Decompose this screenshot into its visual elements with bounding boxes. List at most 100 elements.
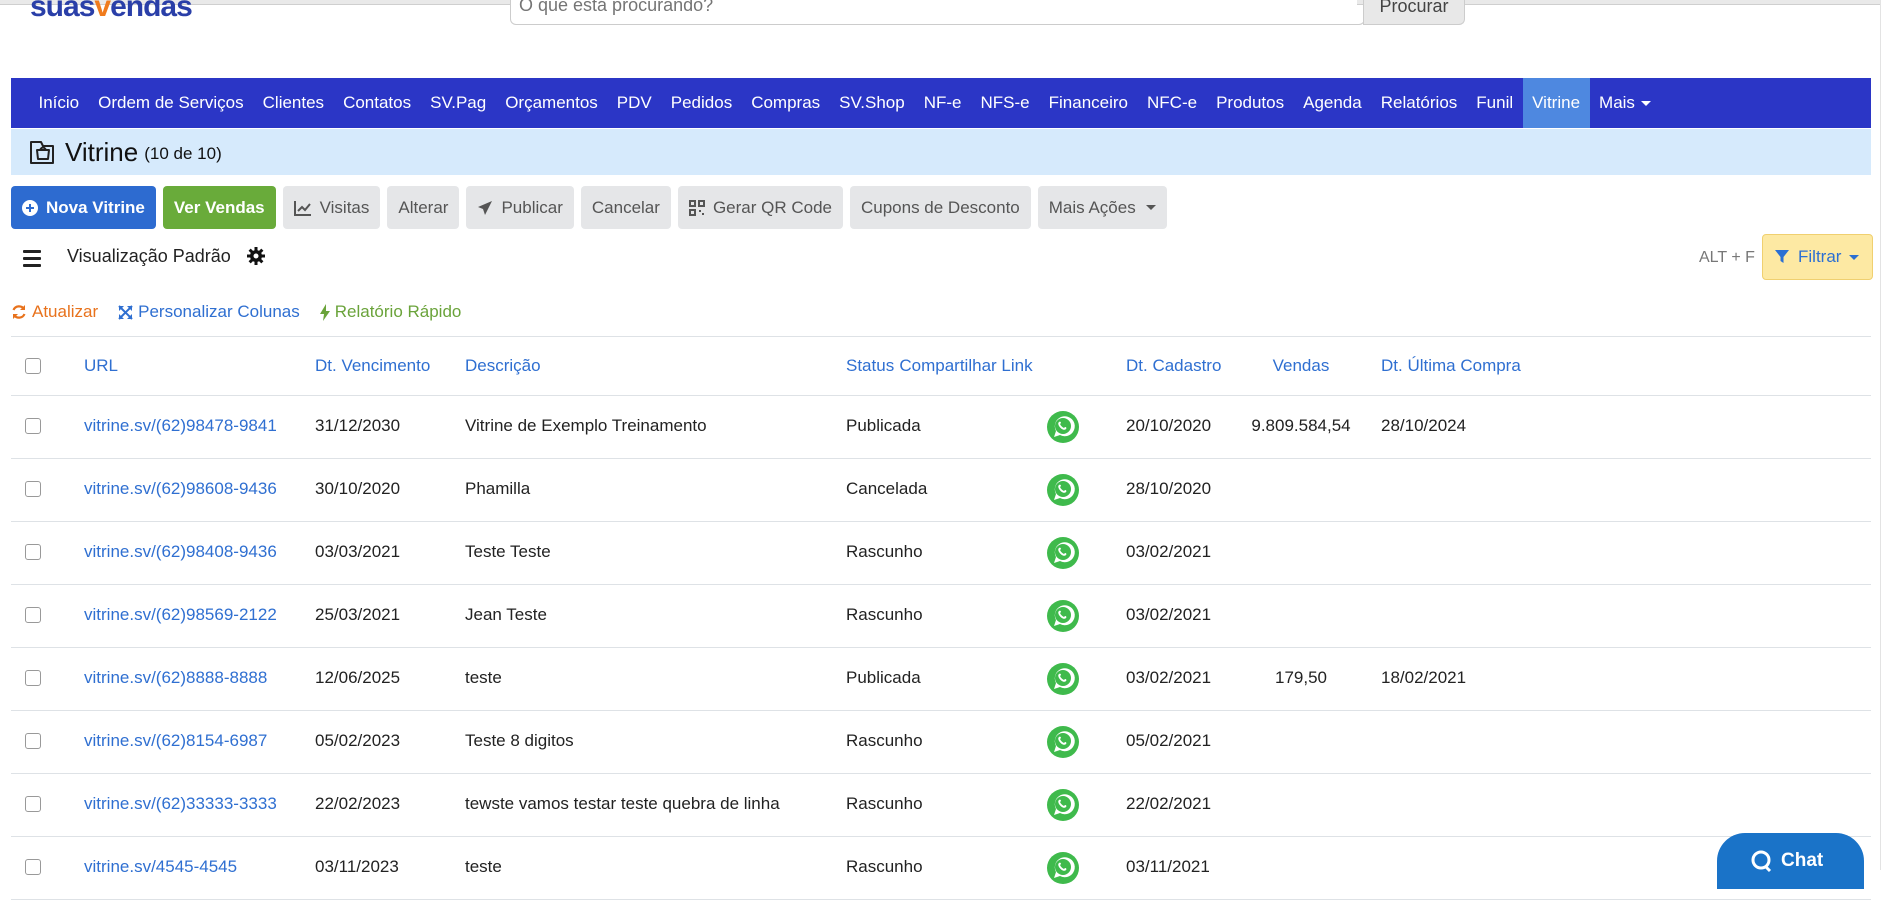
qr-code-button[interactable]: Gerar QR Code bbox=[677, 186, 843, 229]
nav-item-vitrine[interactable]: Vitrine bbox=[1522, 78, 1590, 128]
nav-item-nf-e[interactable]: NF-e bbox=[914, 78, 971, 128]
whatsapp-icon[interactable] bbox=[1046, 473, 1080, 507]
more-actions-button[interactable]: Mais Ações bbox=[1037, 186, 1167, 229]
column-header-sales[interactable]: Vendas bbox=[1241, 356, 1361, 376]
cell-last: 28/10/2024 bbox=[1381, 416, 1467, 435]
nav-item-pdv[interactable]: PDV bbox=[607, 78, 661, 128]
nav-item-sv-pag[interactable]: SV.Pag bbox=[421, 78, 496, 128]
nav-item-pedidos[interactable]: Pedidos bbox=[661, 78, 741, 128]
refresh-link[interactable]: Atualizar bbox=[11, 302, 98, 322]
customize-columns-link[interactable]: Personalizar Colunas bbox=[118, 302, 300, 322]
column-header-due[interactable]: Dt. Vencimento bbox=[315, 356, 430, 376]
cell-due: 25/03/2021 bbox=[315, 605, 401, 624]
nav-item-nfs-e[interactable]: NFS-e bbox=[971, 78, 1039, 128]
coupons-button[interactable]: Cupons de Desconto bbox=[849, 186, 1031, 229]
whatsapp-icon[interactable] bbox=[1046, 725, 1080, 759]
bolt-icon bbox=[319, 303, 330, 321]
table-row[interactable]: vitrine.sv/(62)98608-9436 30/10/2020 Phami… bbox=[11, 459, 1871, 522]
whatsapp-icon[interactable] bbox=[1046, 662, 1080, 696]
view-sales-button[interactable]: Ver Vendas bbox=[162, 186, 276, 229]
whatsapp-icon[interactable] bbox=[1046, 788, 1080, 822]
cancel-button[interactable]: Cancelar bbox=[580, 186, 671, 229]
nav-item-contatos[interactable]: Contatos bbox=[334, 78, 421, 128]
cell-url[interactable]: vitrine.sv/(62)98478-9841 bbox=[84, 416, 277, 436]
publish-button[interactable]: Publicar bbox=[466, 186, 574, 229]
visits-button[interactable]: Visitas bbox=[282, 186, 381, 229]
cell-url[interactable]: vitrine.sv/(62)33333-3333 bbox=[84, 794, 277, 814]
nav-item-financeiro[interactable]: Financeiro bbox=[1039, 78, 1137, 128]
nav-item-in-cio[interactable]: Início bbox=[29, 78, 89, 128]
cell-created: 03/02/2021 bbox=[1126, 605, 1212, 624]
logo[interactable]: suasvendas bbox=[30, 0, 193, 24]
whatsapp-icon[interactable] bbox=[1046, 410, 1080, 444]
nav-item-funil[interactable]: Funil bbox=[1467, 78, 1523, 128]
cell-url[interactable]: vitrine.sv/(62)8154-6987 bbox=[84, 731, 267, 751]
row-checkbox[interactable] bbox=[25, 859, 41, 875]
row-checkbox[interactable] bbox=[25, 418, 41, 434]
nav-item-agenda[interactable]: Agenda bbox=[1294, 78, 1372, 128]
whatsapp-icon[interactable] bbox=[1046, 599, 1080, 633]
cell-desc: teste bbox=[465, 857, 502, 876]
table-row[interactable]: vitrine.sv/(62)98478-9841 31/12/2030 Vitri… bbox=[11, 396, 1871, 459]
table-row[interactable]: vitrine.sv/(62)8154-6987 05/02/2023 Teste … bbox=[11, 711, 1871, 774]
nav-item-sv-shop[interactable]: SV.Shop bbox=[830, 78, 915, 128]
cell-status: Publicada bbox=[846, 668, 921, 687]
cell-url[interactable]: vitrine.sv/(62)98569-2122 bbox=[84, 605, 277, 625]
chat-button[interactable]: Chat bbox=[1717, 833, 1864, 889]
edit-button[interactable]: Alterar bbox=[387, 186, 460, 229]
page-scrollbar[interactable] bbox=[1880, 0, 1898, 870]
nav-item-clientes[interactable]: Clientes bbox=[253, 78, 333, 128]
page-title-bar: Vitrine (10 de 10) bbox=[11, 129, 1871, 175]
cell-url[interactable]: vitrine.sv/4545-4545 bbox=[84, 857, 237, 877]
search-input[interactable] bbox=[511, 0, 1357, 16]
nav-item-produtos[interactable]: Produtos bbox=[1207, 78, 1294, 128]
row-checkbox[interactable] bbox=[25, 481, 41, 497]
nav-item-or-amentos[interactable]: Orçamentos bbox=[496, 78, 608, 128]
row-checkbox[interactable] bbox=[25, 544, 41, 560]
column-header-last[interactable]: Dt. Última Compra bbox=[1381, 356, 1521, 376]
cell-url[interactable]: vitrine.sv/(62)98608-9436 bbox=[84, 479, 277, 499]
qr-code-icon bbox=[688, 199, 705, 216]
nav-item-compras[interactable]: Compras bbox=[742, 78, 830, 128]
table-row[interactable]: vitrine.sv/(62)33333-3333 22/02/2023 tewst… bbox=[11, 774, 1871, 837]
nav-item-nfc-e[interactable]: NFC-e bbox=[1138, 78, 1207, 128]
cell-url[interactable]: vitrine.sv/(62)98408-9436 bbox=[84, 542, 277, 562]
new-vitrine-button[interactable]: Nova Vitrine bbox=[11, 186, 156, 229]
cell-status: Rascunho bbox=[846, 731, 923, 750]
column-header-url[interactable]: URL bbox=[84, 356, 118, 376]
row-checkbox[interactable] bbox=[25, 607, 41, 623]
nav-item-label: Mais bbox=[1599, 93, 1635, 112]
view-name[interactable]: Visualização Padrão bbox=[67, 246, 231, 267]
column-header-share[interactable]: Compartilhar Link bbox=[886, 356, 1046, 376]
storefront-bag-icon bbox=[30, 141, 54, 164]
whatsapp-icon[interactable] bbox=[1046, 851, 1080, 885]
whatsapp-icon[interactable] bbox=[1046, 536, 1080, 570]
row-checkbox[interactable] bbox=[25, 796, 41, 812]
more-actions-label: Mais Ações bbox=[1048, 197, 1136, 217]
nav-item-label: NFC-e bbox=[1147, 93, 1198, 112]
search-button[interactable]: Procurar bbox=[1363, 0, 1465, 25]
table-row[interactable]: vitrine.sv/(62)98569-2122 25/03/2021 Jean … bbox=[11, 585, 1871, 648]
select-all-checkbox[interactable] bbox=[25, 358, 41, 374]
refresh-icon bbox=[12, 305, 26, 319]
menu-icon[interactable] bbox=[23, 250, 41, 271]
filter-button[interactable]: Filtrar bbox=[1762, 234, 1873, 280]
nav-item-relat-rios[interactable]: Relatórios bbox=[1371, 78, 1467, 128]
table-row[interactable]: vitrine.sv/4545-4545 03/11/2023 teste Rascu… bbox=[11, 837, 1871, 900]
nav-item-label: Funil bbox=[1476, 93, 1514, 112]
gear-icon[interactable] bbox=[246, 246, 266, 266]
table-row[interactable]: vitrine.sv/(62)8888-8888 12/06/2025 teste P… bbox=[11, 648, 1871, 711]
row-checkbox[interactable] bbox=[25, 670, 41, 686]
qr-code-label: Gerar QR Code bbox=[712, 197, 832, 217]
cell-desc: Teste Teste bbox=[465, 542, 551, 561]
nav-item-label: SV.Shop bbox=[839, 93, 905, 112]
table-row[interactable]: vitrine.sv/(62)98408-9436 03/03/2021 Teste… bbox=[11, 522, 1871, 585]
nav-item-mais[interactable]: Mais bbox=[1590, 78, 1661, 128]
quick-report-link[interactable]: Relatório Rápido bbox=[319, 302, 461, 322]
cell-url[interactable]: vitrine.sv/(62)8888-8888 bbox=[84, 668, 267, 688]
column-header-created[interactable]: Dt. Cadastro bbox=[1126, 356, 1221, 376]
nav-item-ordem-de-servi-os[interactable]: Ordem de Serviços bbox=[89, 78, 254, 128]
row-checkbox[interactable] bbox=[25, 733, 41, 749]
column-header-desc[interactable]: Descrição bbox=[465, 356, 541, 376]
page-title: Vitrine bbox=[65, 136, 139, 167]
